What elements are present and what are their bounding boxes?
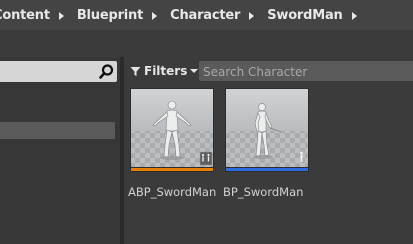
path-bar: Content Blueprint Character SwordMan (0, 0, 413, 30)
asset-thumbnail (225, 88, 309, 172)
asset-search-box (199, 61, 413, 82)
breadcrumb-item-character[interactable]: Character (170, 8, 240, 23)
asset-type-color-bar (226, 168, 308, 171)
asset-name-label: ABP_SwordMan (128, 185, 217, 199)
breadcrumb-item-blueprint[interactable]: Blueprint (77, 8, 143, 23)
breadcrumb-separator-icon[interactable] (152, 12, 158, 20)
sources-search-input[interactable] (0, 61, 103, 82)
breadcrumb-item-swordman[interactable]: SwordMan (267, 8, 343, 23)
breadcrumb-separator-icon[interactable] (249, 12, 255, 20)
breadcrumb-item-content[interactable]: Content (0, 8, 50, 23)
sources-panel (0, 57, 120, 244)
breadcrumb-separator-icon[interactable] (58, 12, 64, 20)
search-icon[interactable] (98, 63, 115, 80)
panel-splitter[interactable] (120, 57, 124, 244)
sources-search-box (0, 61, 117, 82)
asset-search-input[interactable] (199, 62, 413, 82)
breadcrumb-separator-icon[interactable] (351, 12, 357, 20)
filters-label: Filters (144, 64, 188, 78)
filter-funnel-icon (130, 62, 141, 81)
asset-type-color-bar (131, 168, 213, 171)
folder-tree-selected-row[interactable] (0, 122, 115, 139)
asset-name-label: BP_SwordMan (223, 185, 304, 199)
chevron-down-icon (190, 69, 199, 73)
asset-thumbnail (130, 88, 214, 172)
filters-button[interactable]: Filters (130, 61, 199, 81)
breadcrumb: Content Blueprint Character SwordMan (0, 0, 370, 30)
